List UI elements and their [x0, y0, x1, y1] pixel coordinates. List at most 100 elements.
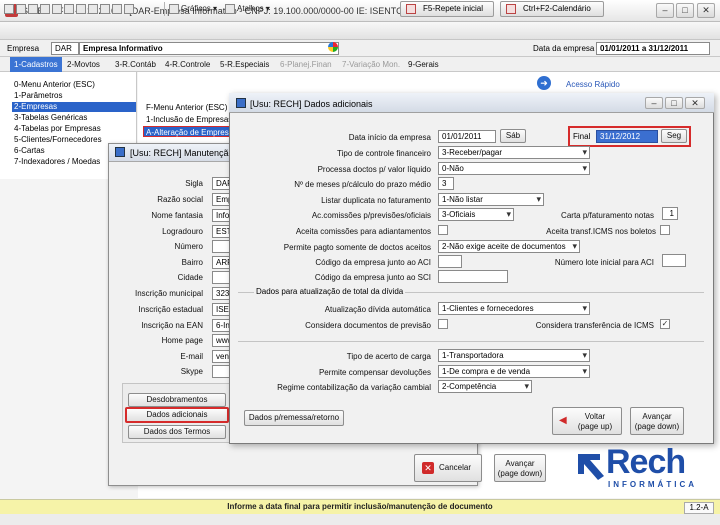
menu-r-contab[interactable]: 3-R.Contáb — [111, 57, 160, 72]
color-wheel-icon[interactable] — [328, 42, 338, 52]
graficos-menu[interactable]: Gráficos ▾ — [169, 2, 217, 16]
carta-field[interactable]: 1 — [662, 207, 678, 220]
avancar-sub-label: (page down) — [497, 469, 543, 478]
meses-field[interactable]: 3 — [438, 177, 454, 190]
insc-estadual-label: Inscrição estadual — [138, 305, 203, 314]
avancar-sub-label: (page down) — [634, 422, 680, 431]
avancar-button-dados[interactable]: Avançar (page down) — [630, 407, 684, 435]
open-icon[interactable] — [16, 3, 26, 14]
considera-prev-checkbox[interactable] — [438, 319, 448, 329]
permite-dev-select[interactable]: 1-De compra e de venda — [438, 365, 590, 378]
atualizacao-select[interactable]: 1-Clientes e fornecedores — [438, 302, 590, 315]
quick-access-label[interactable]: Acesso Rápido — [566, 80, 620, 89]
dialog-close-button[interactable]: ✕ — [685, 97, 705, 109]
aceita-icms-checkbox[interactable] — [660, 225, 670, 235]
inicio-day-button[interactable]: Sáb — [500, 129, 526, 143]
considera-icms-label: Considera transferência de ICMS — [535, 321, 654, 330]
atalhos-menu[interactable]: Atalhos ▾ — [225, 2, 270, 16]
dados-adicionais-title: [Usu: RECH] Dados adicionais — [250, 99, 373, 109]
aceita-comissoes-checkbox[interactable] — [438, 225, 448, 235]
codigo-aci-label: Código da empresa junto ao ACI — [315, 258, 431, 267]
final-date-field[interactable]: 31/12/2012 — [596, 130, 658, 143]
cancelar-button[interactable]: ✕ Cancelar — [414, 454, 482, 482]
submenu-item[interactable]: 1-Inclusão de Empresas — [146, 114, 232, 125]
user-icon[interactable] — [76, 3, 86, 14]
cidade-label: Cidade — [177, 273, 203, 282]
calc-icon[interactable] — [40, 3, 50, 14]
help-icon[interactable] — [52, 3, 62, 14]
numero-lote-field[interactable] — [662, 254, 686, 267]
print-icon[interactable] — [28, 3, 38, 14]
empresa-name-field[interactable]: Empresa Informativo — [79, 42, 339, 55]
exit-icon[interactable] — [124, 3, 134, 14]
remessa-retorno-button[interactable]: Dados p/remessa/retorno — [244, 410, 344, 426]
cadastros-item[interactable]: 0-Menu Anterior (ESC) — [12, 80, 136, 90]
submenu-item-selected[interactable]: A-Alteração de Empresa — [143, 126, 233, 137]
dados-adicionais-button[interactable]: Dados adicionais — [125, 407, 229, 423]
dialog-minimize-button[interactable]: – — [645, 97, 663, 109]
permite-pagto-select[interactable]: 2-Não exige aceite de documentos — [438, 240, 580, 253]
tools-icon[interactable] — [64, 3, 74, 14]
menu-planej-finan[interactable]: 6-Planej.Finan — [276, 57, 336, 72]
codigo-sci-label: Código da empresa junto ao SCI — [314, 273, 431, 282]
menu-movtos[interactable]: 2-Movtos — [63, 57, 104, 72]
processa-select[interactable]: 0-Não — [438, 162, 590, 175]
stop-icon[interactable] — [100, 3, 110, 14]
atualizacao-label: Atualização dívida automática — [324, 305, 431, 314]
skype-label: Skype — [180, 367, 203, 376]
codigo-sci-field[interactable] — [438, 270, 508, 283]
maximize-button[interactable]: □ — [676, 3, 694, 18]
refresh-icon[interactable] — [88, 3, 98, 14]
new-icon[interactable] — [4, 3, 14, 14]
cadastros-item[interactable]: 1-Parâmetros — [12, 91, 136, 101]
dialog-maximize-button[interactable]: □ — [665, 97, 683, 109]
logo-name: Rech — [606, 443, 686, 481]
minimize-button[interactable]: – — [656, 3, 674, 18]
menu-r-especiais[interactable]: 5-R.Especiais — [216, 57, 273, 72]
acerto-carga-select[interactable]: 1-Transportadora — [438, 349, 590, 362]
window-icon — [115, 147, 125, 157]
quick-access-icon[interactable]: ➜ — [537, 76, 551, 90]
final-day-button[interactable]: Seg — [661, 129, 687, 143]
menu-cadastros[interactable]: 1-Cadastros — [10, 57, 62, 72]
menu-variacao-mon[interactable]: 7-Variação Mon. — [338, 57, 404, 72]
cancel-icon: ✕ — [422, 462, 434, 474]
empresa-code-field[interactable]: DAR — [51, 42, 79, 55]
permite-pagto-label: Permite pagto somente de doctos aceitos — [283, 243, 431, 252]
inicio-field[interactable]: 01/01/2011 — [438, 130, 496, 143]
cadastros-item[interactable]: 4-Tabelas por Empresas — [12, 124, 136, 134]
close-button[interactable]: ✕ — [697, 3, 715, 18]
empresa-label: Empresa — [7, 44, 40, 53]
considera-icms-checkbox[interactable]: ✓ — [660, 319, 670, 329]
menu-gerais[interactable]: 9-Gerais — [404, 57, 443, 72]
cancelar-label: Cancelar — [439, 463, 472, 472]
avancar-button-manutencao[interactable]: Avançar (page down) — [494, 454, 546, 482]
cadastros-item-selected[interactable]: 2-Empresas — [12, 102, 136, 112]
voltar-button[interactable]: ◀ Voltar (page up) — [552, 407, 622, 435]
f2-calendario-button[interactable]: Ctrl+F2-Calendário — [500, 1, 604, 17]
f5-repete-button[interactable]: F5-Repete inicial — [400, 1, 494, 17]
email-label: E-mail — [180, 352, 203, 361]
cadastros-item[interactable]: 3-Tabelas Genéricas — [12, 113, 136, 123]
listar-select[interactable]: 1-Não listar — [438, 193, 544, 206]
aceita-comissoes-label: Aceita comissões para adiantamentos — [295, 227, 431, 236]
status-code: 1.2-A — [684, 502, 714, 514]
date-label: Data da empresa — [533, 44, 595, 53]
manutencao-title: [Usu: RECH] Manutenção — [130, 148, 234, 158]
tipo-controle-select[interactable]: 3-Receber/pagar — [438, 146, 590, 159]
menu-r-controle[interactable]: 4-R.Controle — [161, 57, 214, 72]
numero-lote-label: Número lote inicial para ACI — [554, 258, 654, 267]
info-icon[interactable] — [112, 3, 122, 14]
carta-label: Carta p/faturamento notas — [561, 211, 654, 220]
comissoes-select[interactable]: 3-Oficiais — [438, 208, 514, 221]
submenu-item[interactable]: F-Menu Anterior (ESC) — [146, 102, 227, 113]
listar-label: Listar duplicata no faturamento — [321, 196, 431, 205]
codigo-aci-field[interactable] — [438, 255, 462, 268]
processa-label: Processa doctos p/ valor líquido — [317, 165, 431, 174]
regime-select[interactable]: 2-Competência — [438, 380, 532, 393]
fantasia-label: Nome fantasia — [151, 211, 203, 220]
graficos-label: Gráficos — [181, 4, 211, 13]
desdobramentos-button[interactable]: Desdobramentos — [128, 393, 226, 407]
rech-logo: Rech INFORMÁTICA — [576, 443, 706, 494]
dados-termos-button[interactable]: Dados dos Termos — [128, 425, 226, 439]
